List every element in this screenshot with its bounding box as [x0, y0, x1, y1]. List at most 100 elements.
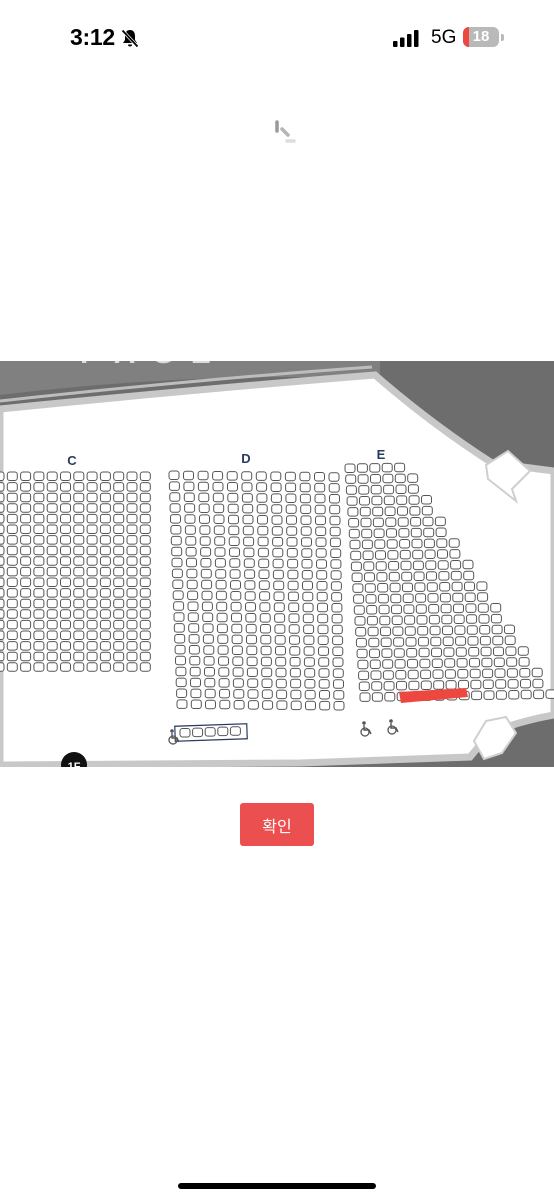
seat[interactable]	[407, 484, 419, 494]
seat[interactable]	[480, 646, 492, 657]
seat[interactable]	[289, 646, 301, 656]
seat[interactable]	[317, 624, 329, 635]
seat[interactable]	[86, 609, 98, 619]
seat[interactable]	[215, 579, 227, 590]
seat[interactable]	[33, 598, 45, 609]
seat[interactable]	[204, 688, 216, 699]
seat[interactable]	[244, 591, 256, 601]
seat[interactable]	[227, 492, 239, 503]
seat[interactable]	[360, 517, 372, 528]
seat[interactable]	[244, 569, 256, 579]
seat[interactable]	[407, 473, 419, 483]
seat[interactable]	[33, 556, 45, 566]
seat[interactable]	[73, 630, 85, 640]
seat[interactable]	[285, 493, 297, 503]
confirm-button[interactable]: 확인	[240, 803, 314, 846]
seat[interactable]	[301, 548, 313, 558]
seat[interactable]	[197, 481, 209, 492]
seat[interactable]	[377, 593, 389, 604]
seat[interactable]	[436, 538, 448, 548]
seat[interactable]	[186, 568, 198, 579]
seat[interactable]	[331, 592, 343, 602]
seat[interactable]	[212, 481, 224, 492]
seat[interactable]	[86, 651, 98, 662]
seat[interactable]	[246, 645, 258, 656]
seat[interactable]	[458, 679, 469, 690]
seat[interactable]	[60, 471, 71, 481]
seat[interactable]	[86, 524, 98, 534]
seat[interactable]	[33, 482, 45, 492]
seat[interactable]	[450, 560, 462, 570]
seat[interactable]	[426, 582, 438, 592]
seat[interactable]	[440, 603, 452, 614]
seat[interactable]	[289, 657, 301, 667]
seat[interactable]	[232, 667, 244, 677]
seat[interactable]	[434, 516, 446, 527]
seat[interactable]	[520, 678, 531, 689]
seat[interactable]	[242, 503, 254, 514]
seat[interactable]	[113, 651, 125, 662]
seat[interactable]	[241, 482, 253, 492]
seat[interactable]	[382, 473, 394, 484]
seat[interactable]	[226, 471, 238, 481]
seat[interactable]	[448, 538, 460, 548]
seat[interactable]	[466, 625, 478, 635]
seat[interactable]	[86, 588, 98, 598]
seat[interactable]	[422, 516, 434, 527]
seat[interactable]	[318, 668, 330, 678]
seat[interactable]	[401, 571, 413, 582]
seat[interactable]	[139, 545, 151, 556]
seat[interactable]	[232, 678, 244, 688]
accessible-seat[interactable]	[217, 726, 229, 737]
seat[interactable]	[139, 619, 151, 630]
seat[interactable]	[46, 556, 58, 566]
seat[interactable]	[233, 700, 245, 710]
seat[interactable]	[215, 569, 227, 579]
seat[interactable]	[216, 623, 228, 634]
seat[interactable]	[273, 591, 285, 601]
seat[interactable]	[398, 528, 410, 538]
seat[interactable]	[190, 699, 202, 709]
home-indicator[interactable]	[178, 1183, 376, 1189]
seat[interactable]	[428, 614, 440, 625]
seat[interactable]	[33, 566, 45, 577]
seat[interactable]	[506, 657, 518, 667]
seat[interactable]	[395, 670, 407, 680]
seat[interactable]	[329, 526, 341, 537]
seat[interactable]	[231, 623, 243, 634]
seat[interactable]	[388, 571, 400, 582]
seat[interactable]	[126, 630, 138, 640]
seat[interactable]	[439, 592, 451, 603]
seat[interactable]	[532, 678, 544, 689]
seat[interactable]	[410, 527, 422, 538]
seat[interactable]	[258, 569, 270, 579]
seat[interactable]	[113, 492, 125, 503]
seat[interactable]	[367, 626, 379, 637]
seat[interactable]	[73, 662, 85, 672]
seat[interactable]	[20, 651, 32, 662]
seat[interactable]	[303, 646, 315, 656]
seat[interactable]	[479, 625, 491, 635]
seat[interactable]	[289, 667, 301, 678]
seat[interactable]	[331, 613, 343, 624]
seat[interactable]	[381, 462, 393, 473]
seat[interactable]	[346, 496, 358, 506]
seat[interactable]	[200, 568, 212, 579]
seat[interactable]	[189, 655, 201, 666]
seat[interactable]	[358, 485, 370, 495]
seat[interactable]	[245, 613, 257, 623]
seat[interactable]	[328, 472, 340, 482]
seat[interactable]	[33, 471, 45, 481]
seat[interactable]	[172, 579, 184, 589]
seat[interactable]	[86, 598, 98, 609]
seat[interactable]	[176, 699, 188, 709]
seat[interactable]	[290, 700, 302, 711]
seat[interactable]	[6, 482, 18, 492]
seat[interactable]	[449, 549, 461, 559]
seat[interactable]	[379, 615, 391, 626]
seat[interactable]	[46, 513, 58, 524]
seat[interactable]	[230, 601, 242, 612]
seat[interactable]	[531, 667, 543, 678]
seat[interactable]	[0, 535, 5, 545]
seat[interactable]	[261, 678, 273, 688]
